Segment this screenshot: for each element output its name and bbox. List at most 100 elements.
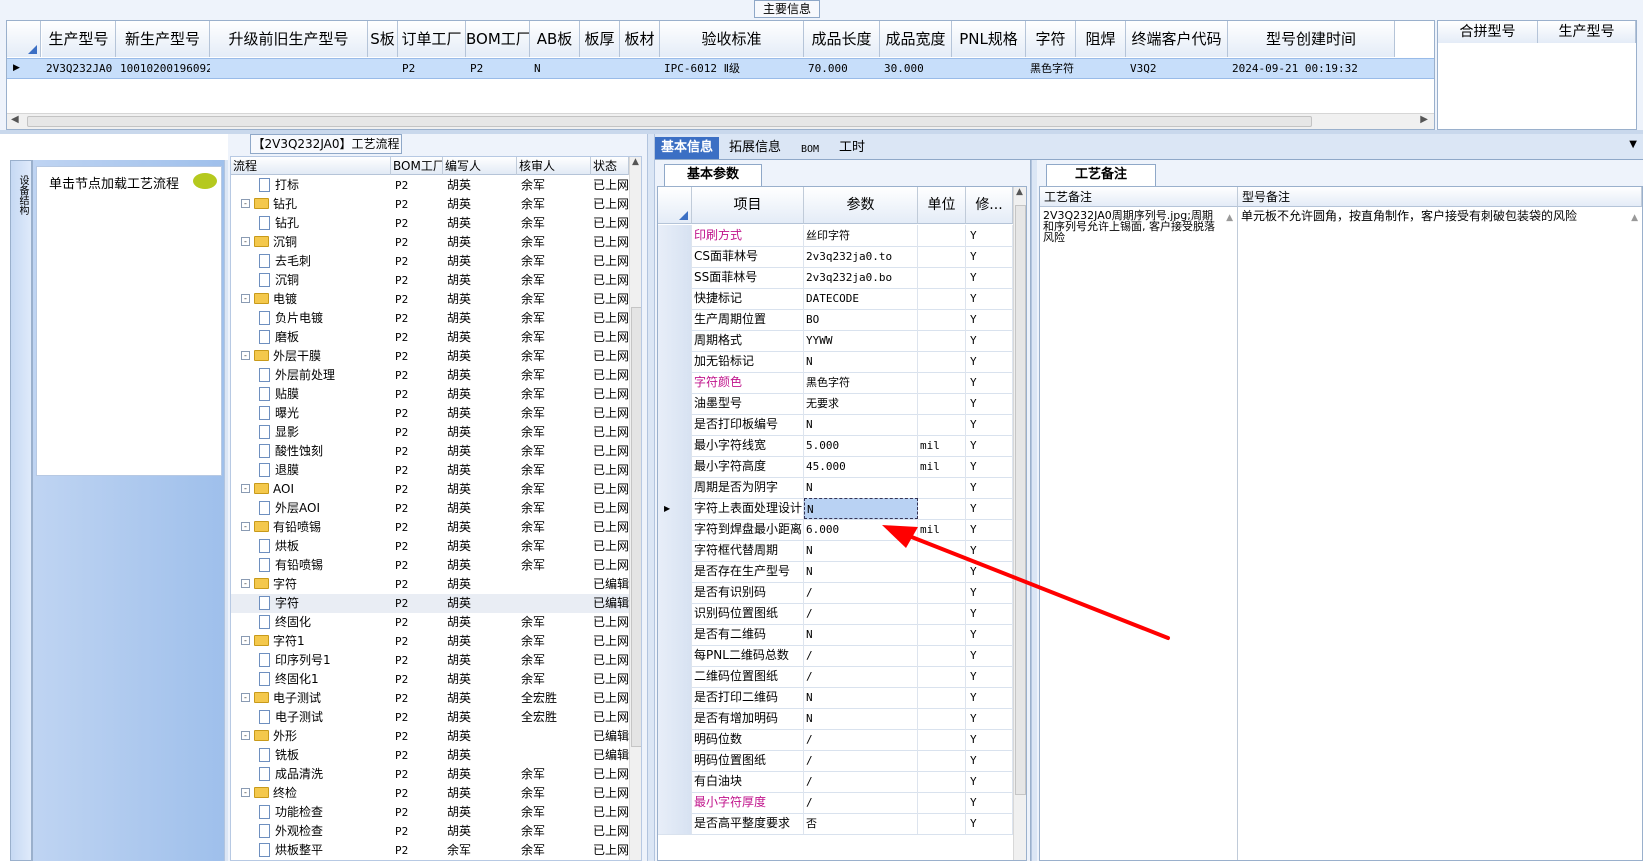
main-info-col-header[interactable]: 字符 — [1026, 21, 1076, 57]
main-info-col-header[interactable]: 升级前旧生产型号 — [210, 21, 368, 57]
param-value[interactable]: N — [804, 477, 918, 498]
process-name-cell[interactable]: - 钻孔 — [231, 195, 391, 214]
process-tree[interactable]: 流程 BOM工厂 编写人 核审人 状态 打标 P2 胡英 余军 已上网 - 钻孔 P2 胡英 余军 已上网钻… — [230, 156, 642, 861]
process-tree-row[interactable]: 沉铜 P2 胡英 余军 已上网 — [231, 271, 629, 290]
row-indicator[interactable]: ▶ — [658, 498, 692, 519]
process-tree-row[interactable]: - 字符 P2 胡英 已编辑 — [231, 575, 629, 594]
param-row[interactable]: 明码位数 / Y — [658, 729, 1013, 751]
param-value[interactable]: / — [804, 771, 918, 792]
param-value[interactable]: 否 — [804, 813, 918, 834]
main-info-cell[interactable]: V3Q2 — [1126, 59, 1228, 79]
row-indicator[interactable] — [658, 330, 692, 351]
param-value[interactable]: N — [804, 414, 918, 435]
main-info-col-header[interactable]: 成品长度 — [804, 21, 880, 57]
main-info-cell[interactable]: 30.000 — [880, 59, 952, 79]
process-name-cell[interactable]: - 电镀 — [231, 290, 391, 309]
process-name-cell[interactable]: 终固化 — [231, 613, 391, 632]
param-row[interactable]: 二维码位置图纸 / Y — [658, 666, 1013, 688]
process-name-cell[interactable]: 钻孔 — [231, 214, 391, 233]
scroll-right-icon[interactable]: ▶ — [1420, 114, 1428, 125]
process-name-cell[interactable]: - AOI — [231, 480, 391, 499]
expand-toggle-icon[interactable]: - — [241, 294, 250, 303]
param-row[interactable]: 字符到焊盘最小距离 6.000 mil Y — [658, 519, 1013, 541]
node-hint-box[interactable]: 单击节点加载工艺流程 — [36, 166, 222, 476]
process-name-cell[interactable]: 烘板整平 — [231, 841, 391, 860]
param-value[interactable]: 6.000 — [804, 519, 918, 540]
row-indicator[interactable] — [658, 414, 692, 435]
merge-col-header[interactable]: 合拼型号 — [1438, 21, 1538, 43]
process-tree-row[interactable]: - AOI P2 胡英 余军 已上网 — [231, 480, 629, 499]
main-info-cell[interactable]: 70.000 — [804, 59, 880, 79]
process-name-cell[interactable]: 打标 — [231, 176, 391, 195]
param-value[interactable]: DATECODE — [804, 288, 918, 309]
process-name-cell[interactable]: 铣板 — [231, 746, 391, 765]
process-tree-row[interactable]: - 有铅喷锡 P2 胡英 余军 已上网 — [231, 518, 629, 537]
process-name-cell[interactable]: 退膜 — [231, 461, 391, 480]
row-indicator[interactable] — [658, 687, 692, 708]
process-tree-row[interactable]: 去毛刺 P2 胡英 余军 已上网 — [231, 252, 629, 271]
main-info-col-header[interactable]: 验收标准 — [660, 21, 804, 57]
param-row[interactable]: 是否打印二维码 N Y — [658, 687, 1013, 709]
param-value[interactable]: N — [804, 540, 918, 561]
process-name-cell[interactable]: - 有铅喷锡 — [231, 518, 391, 537]
param-value[interactable]: 无要求 — [804, 393, 918, 414]
param-row[interactable]: 识别码位置图纸 / Y — [658, 603, 1013, 625]
scroll-thumb[interactable] — [631, 307, 641, 747]
param-value[interactable]: N — [804, 351, 918, 372]
expand-toggle-icon[interactable]: - — [241, 788, 250, 797]
row-indicator[interactable] — [658, 267, 692, 288]
param-row[interactable]: 是否有识别码 / Y — [658, 582, 1013, 604]
process-name-cell[interactable]: 负片电镀 — [231, 309, 391, 328]
param-row[interactable]: ▶ 字符上表面处理设计 N Y — [658, 498, 1013, 520]
process-tree-row[interactable]: 功能检查 P2 胡英 余军 已上网 — [231, 803, 629, 822]
tab-basic-info[interactable]: 基本信息 — [655, 137, 720, 159]
process-name-cell[interactable]: 酸性蚀刻 — [231, 442, 391, 461]
expand-toggle-icon[interactable]: - — [241, 636, 250, 645]
process-name-cell[interactable]: 印序列号1 — [231, 651, 391, 670]
main-info-cell[interactable] — [952, 59, 1026, 79]
expand-toggle-icon[interactable]: - — [241, 199, 250, 208]
process-name-cell[interactable]: 外层AOI — [231, 499, 391, 518]
process-tree-row[interactable]: - 字符1 P2 胡英 余军 已上网 — [231, 632, 629, 651]
param-value[interactable]: N — [804, 708, 918, 729]
process-tree-row[interactable]: 酸性蚀刻 P2 胡英 余军 已上网 — [231, 442, 629, 461]
process-tree-row[interactable]: 贴膜 P2 胡英 余军 已上网 — [231, 385, 629, 404]
scroll-up-icon[interactable]: ▲ — [632, 157, 639, 167]
param-row[interactable]: 最小字符高度 45.000 mil Y — [658, 456, 1013, 478]
process-name-cell[interactable]: 外层前处理 — [231, 366, 391, 385]
row-indicator[interactable] — [658, 225, 692, 246]
process-tree-row[interactable]: 磨板 P2 胡英 余军 已上网 — [231, 328, 629, 347]
param-value[interactable]: YYWW — [804, 330, 918, 351]
param-row[interactable]: 有白油块 / Y — [658, 771, 1013, 793]
process-name-cell[interactable]: - 电子测试 — [231, 689, 391, 708]
expand-toggle-icon[interactable]: - — [241, 693, 250, 702]
expand-toggle-icon[interactable]: - — [241, 731, 250, 740]
basic-params-grid[interactable]: 项目 参数 单位 修... 印刷方式 丝印字符 Y CS面菲林号 2v3q232ja0.to Y… — [657, 186, 1027, 861]
vertical-splitter[interactable] — [647, 134, 655, 861]
main-info-col-header[interactable]: 板材 — [620, 21, 660, 57]
process-tree-row[interactable]: 终固化 P2 胡英 余军 已上网 — [231, 613, 629, 632]
row-indicator[interactable] — [658, 750, 692, 771]
row-indicator[interactable] — [658, 813, 692, 834]
process-tree-row[interactable]: - 沉铜 P2 胡英 余军 已上网 — [231, 233, 629, 252]
param-row[interactable]: 是否有二维码 N Y — [658, 624, 1013, 646]
process-tree-row[interactable]: 电子测试 P2 胡英 全宏胜 已上网 — [231, 708, 629, 727]
process-tree-row[interactable]: 负片电镀 P2 胡英 余军 已上网 — [231, 309, 629, 328]
merge-model-grid[interactable]: 合拼型号 生产型号 — [1437, 20, 1637, 130]
tab-extended-info[interactable]: 拓展信息 — [723, 137, 787, 159]
process-name-cell[interactable]: 电子测试 — [231, 708, 391, 727]
process-name-cell[interactable]: - 终检 — [231, 784, 391, 803]
process-col-header[interactable]: 核审人 — [517, 157, 591, 175]
param-value[interactable]: / — [804, 603, 918, 624]
row-indicator[interactable] — [658, 708, 692, 729]
process-name-cell[interactable]: 成品清洗 — [231, 765, 391, 784]
main-info-col-header[interactable]: 订单工厂 — [398, 21, 466, 57]
param-value[interactable]: / — [804, 645, 918, 666]
model-remark-cell[interactable]: 单元板不允许圆角，按直角制作，客户接受有刺破包装袋的风险 ▲ — [1238, 207, 1642, 860]
main-info-cell[interactable] — [620, 59, 660, 79]
main-info-cell[interactable] — [210, 59, 368, 79]
row-indicator[interactable] — [658, 351, 692, 372]
param-value[interactable]: N — [804, 561, 918, 582]
process-col-header[interactable]: 流程 — [231, 157, 391, 175]
row-indicator[interactable] — [658, 645, 692, 666]
